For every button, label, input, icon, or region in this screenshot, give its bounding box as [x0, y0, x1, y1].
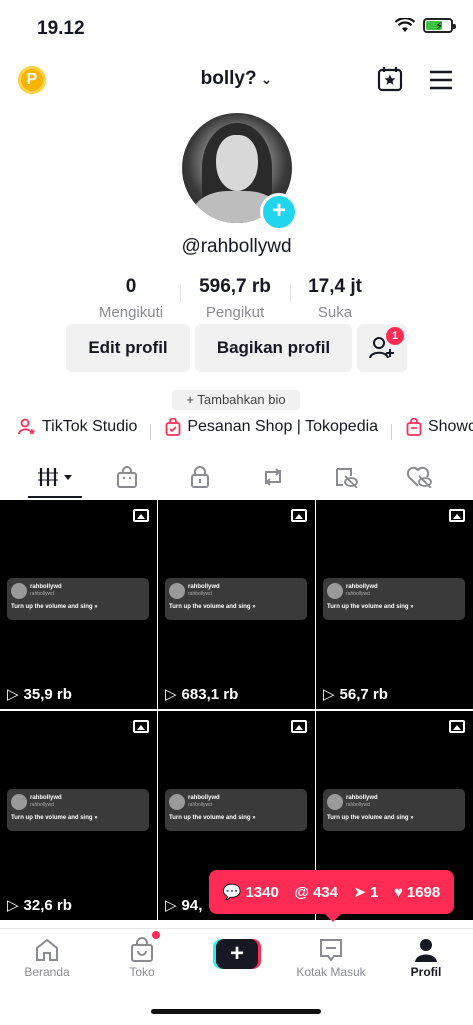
photo-icon	[291, 509, 307, 522]
home-icon	[36, 938, 58, 961]
tab-liked[interactable]	[399, 462, 439, 492]
photo-icon	[133, 509, 149, 522]
photo-icon	[449, 720, 465, 733]
link-showcase[interactable]: Showc	[406, 418, 473, 436]
heart-icon: ♥	[393, 883, 403, 901]
wifi-icon	[395, 18, 415, 32]
photo-icon	[291, 720, 307, 733]
profile-icon	[415, 939, 437, 962]
shop-bag-icon	[117, 466, 137, 488]
nav-home[interactable]: Beranda	[2, 935, 92, 979]
battery-icon: ⚡	[423, 18, 456, 33]
shop-bag-icon	[406, 418, 422, 436]
create-plus-icon[interactable]: +	[213, 939, 261, 969]
status-bar: 19.12 ⚡	[0, 0, 473, 56]
nav-inbox[interactable]: Kotak Masuk	[286, 935, 376, 979]
grid-icon	[38, 468, 72, 486]
eye-hidden-icon	[336, 468, 358, 488]
play-icon: ▷	[7, 897, 19, 914]
tab-videos[interactable]	[34, 462, 78, 492]
posts-grid: rahbollywd rahbollywd Turn up the volume a…	[0, 500, 473, 920]
post-tile[interactable]: rahbollywd rahbollywd Turn up the volume a…	[0, 711, 157, 920]
tab-hidden[interactable]	[326, 462, 366, 492]
mention-icon: @	[294, 883, 309, 901]
chevron-down-icon: ⌄	[260, 71, 273, 87]
shop-notification-dot	[152, 931, 160, 939]
share-profile-button[interactable]: Bagikan profil	[195, 324, 352, 372]
profile-handle: @rahbollywd	[181, 236, 292, 257]
add-story-plus-icon[interactable]: +	[260, 193, 298, 231]
shopping-bag-icon	[165, 418, 181, 436]
comment-icon: 💬	[222, 884, 242, 901]
add-friends-button[interactable]: 1	[357, 324, 407, 372]
person-star-icon	[18, 418, 36, 435]
post-tile[interactable]: rahbollywd rahbollywd Turn up the volume a…	[158, 500, 315, 709]
edit-profile-button[interactable]: Edit profil	[66, 324, 190, 372]
tab-shop[interactable]	[107, 462, 147, 492]
repost-icon	[265, 468, 281, 486]
lock-icon	[191, 466, 209, 488]
profile-links: TikTok Studio Pesanan Shop | Tokopedia S…	[18, 418, 473, 444]
heart-hidden-icon	[406, 466, 432, 488]
status-time: 19.12	[37, 18, 85, 39]
share-icon: ➤	[353, 884, 367, 901]
active-tab-indicator	[28, 496, 82, 498]
username-label: bolly?	[200, 68, 257, 89]
play-icon: ▷	[165, 897, 177, 914]
play-icon: ▷	[7, 686, 19, 703]
stat-following[interactable]: 0 Mengikuti	[96, 276, 166, 321]
link-tiktok-studio[interactable]: TikTok Studio	[18, 418, 137, 436]
friend-badge: 1	[386, 327, 404, 345]
nav-profile[interactable]: Profil	[381, 935, 471, 979]
photo-icon	[449, 509, 465, 522]
stat-likes[interactable]: 17,4 jt Suka	[300, 276, 370, 321]
play-icon: ▷	[165, 686, 177, 703]
photo-icon	[133, 720, 149, 733]
link-shop-orders[interactable]: Pesanan Shop | Tokopedia	[165, 418, 378, 436]
inbox-icon	[320, 939, 342, 962]
nav-shop[interactable]: Toko	[97, 935, 187, 979]
tab-private[interactable]	[180, 462, 220, 492]
post-tile[interactable]: rahbollywd rahbollywd Turn up the volume a…	[0, 500, 157, 709]
menu-icon[interactable]	[429, 70, 453, 95]
profile-stats: 0 Mengikuti 596,7 rb Pengikut 17,4 jt Su…	[96, 276, 376, 322]
play-icon: ▷	[323, 686, 335, 703]
shop-icon	[131, 937, 153, 962]
post-tile[interactable]: rahbollywd rahbollywd Turn up the volume a…	[316, 500, 473, 709]
home-indicator	[151, 1009, 321, 1014]
tab-reposts[interactable]	[253, 462, 293, 492]
add-bio-button[interactable]: + Tambahkan bio	[172, 390, 300, 410]
profile-tabs	[0, 456, 473, 501]
calendar-star-icon[interactable]	[377, 66, 403, 97]
top-nav: P bolly? ⌄	[0, 60, 473, 100]
stat-followers[interactable]: 596,7 rb Pengikut	[190, 276, 280, 321]
activity-notification-popup[interactable]: 💬 1340 @434 ➤ 1 ♥ 1698	[209, 870, 454, 922]
